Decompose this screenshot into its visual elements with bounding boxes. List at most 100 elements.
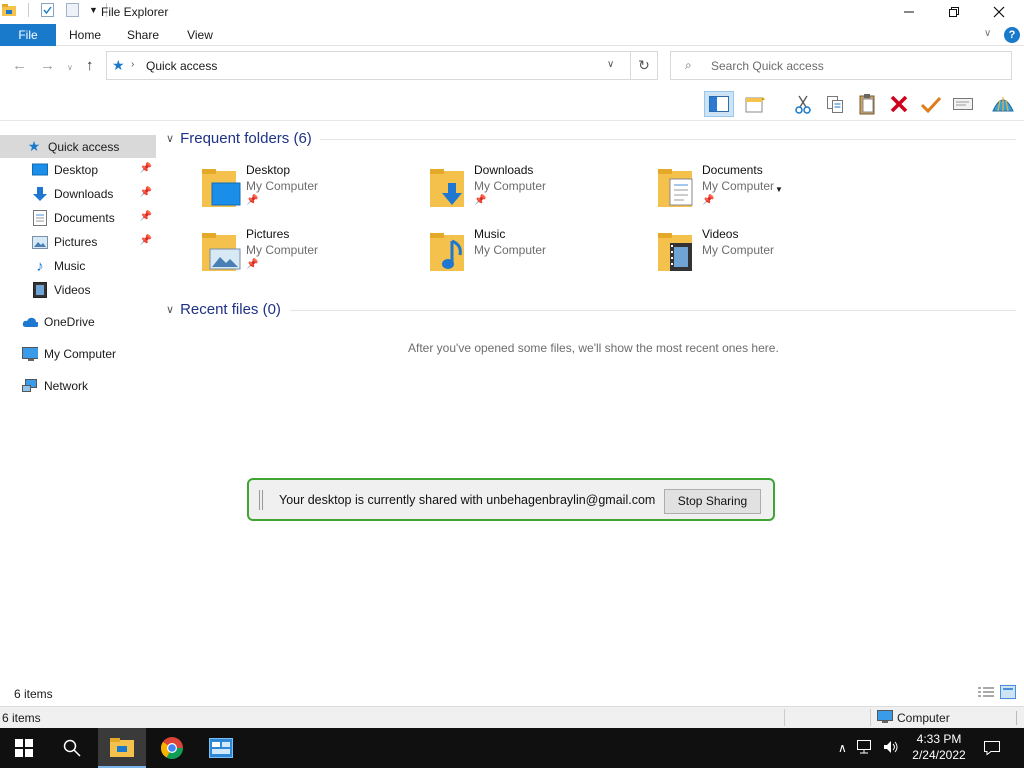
new-button[interactable] [740,91,770,117]
delete-button[interactable] [884,91,914,117]
title-bar: ▼ File Explorer [0,0,1024,24]
start-button[interactable] [0,728,48,768]
back-arrow-icon[interactable]: ← [12,57,27,74]
properties-button[interactable] [948,91,978,117]
properties-icon[interactable] [41,3,54,17]
folder-tile-pictures[interactable]: Pictures My Computer 📌 [200,227,420,283]
minimize-button[interactable] [886,0,932,24]
recent-locations-icon[interactable]: ∨ [67,63,73,72]
tab-view[interactable]: View [178,24,222,46]
copy-button[interactable] [820,91,850,117]
folder-tile-music[interactable]: Music My Computer [428,227,648,283]
network-icon [22,378,38,394]
customize-qat-icon[interactable]: ▼ [89,5,98,15]
downloads-folder-icon [430,169,464,207]
frequent-folders-header[interactable]: ∨ Frequent folders (6) [166,130,312,147]
expand-ribbon-icon[interactable]: ∨ [984,28,991,39]
preview-pane-button[interactable] [704,91,734,117]
folder-name: Pictures [246,227,290,241]
chrome-icon [161,737,183,759]
rename-button[interactable] [916,91,946,117]
recent-files-header[interactable]: ∨ Recent files (0) [166,301,281,318]
folder-name: Videos [702,227,739,241]
pin-icon[interactable]: 📌 [140,235,152,246]
nav-item-music[interactable]: ♪ Music [0,255,156,277]
search-button[interactable] [48,728,96,768]
search-placeholder[interactable]: Search Quick access [711,59,824,73]
folder-tile-downloads[interactable]: Downloads My Computer 📌 [428,163,648,219]
nav-item-onedrive[interactable]: OneDrive [0,311,156,333]
stop-sharing-button[interactable]: Stop Sharing [664,489,761,514]
folder-name: Desktop [246,163,291,177]
details-view-icon[interactable] [978,686,994,701]
nav-item-pictures[interactable]: Pictures 📌 [0,231,156,253]
nav-item-downloads[interactable]: Downloads 📌 [0,183,156,205]
breadcrumb-current[interactable]: Quick access [146,59,217,73]
address-bar[interactable]: ★ › Quick access ∨ [106,51,658,80]
group-divider [290,310,1016,311]
nav-item-label: Pictures [54,235,98,249]
chevron-down-icon: ∨ [166,133,175,145]
taskbar: ∧ 4:33 PM 2/24/2022 [0,728,1024,768]
network-status-icon[interactable] [856,739,873,757]
taskbar-control-panel[interactable] [197,728,245,768]
refresh-button[interactable]: ↻ [630,51,658,80]
address-row: ← → ∨ ↑ ★ › Quick access ∨ ↻ ⌕ Search Qu… [0,47,1024,87]
content-pane: ∨ Frequent folders (6) Desktop My Comput… [160,122,1024,672]
restore-icon [949,7,959,17]
search-icon [63,739,81,757]
folder-tile-desktop[interactable]: Desktop My Computer 📌 [200,163,420,219]
cloud-icon [22,314,38,330]
nav-item-label: Downloads [54,187,114,201]
tab-file[interactable]: File [0,24,56,46]
taskbar-file-explorer[interactable] [98,728,146,768]
drag-grip-icon[interactable] [259,490,263,510]
folder-name: Documents [702,163,763,177]
tab-share[interactable]: Share [120,24,166,46]
cut-button[interactable] [788,91,818,117]
volume-icon[interactable] [883,740,899,757]
up-arrow-icon[interactable]: ↑ [86,57,94,74]
folder-tile-videos[interactable]: Videos My Computer [656,227,876,283]
folder-name: Music [474,227,506,241]
nav-item-quick-access[interactable]: ★ Quick access [0,135,156,158]
folder-location: My Computer [474,179,547,193]
restore-button[interactable] [931,0,977,24]
nav-item-label: Videos [54,283,91,297]
notifications-button[interactable] [968,728,1016,768]
nav-item-desktop[interactable]: Desktop 📌 [0,159,156,181]
pictures-folder-icon [202,233,241,271]
nav-item-my-computer[interactable]: My Computer [0,343,156,365]
pin-icon[interactable]: 📌 [140,187,152,198]
new-folder-icon[interactable] [66,3,79,17]
folder-location: My Computer [702,243,775,257]
chevron-up-icon[interactable]: ∧ [838,741,847,755]
search-box[interactable]: ⌕ Search Quick access [670,51,1012,80]
item-count-bottom: 6 items [2,711,41,725]
address-dropdown-icon[interactable]: ∨ [607,59,614,70]
paste-button[interactable] [852,91,882,117]
taskbar-chrome[interactable] [148,728,196,768]
pin-icon: 📌 [474,195,487,206]
tab-home[interactable]: Home [62,24,108,46]
help-icon[interactable]: ? [1004,27,1020,43]
tiles-view-icon[interactable] [1000,685,1016,702]
forward-arrow-icon[interactable]: → [40,57,55,74]
resize-grip[interactable] [1016,711,1017,725]
pin-icon[interactable]: 📌 [140,163,152,174]
file-explorer-icon [110,738,134,757]
group-title: Frequent folders (6) [180,130,312,147]
breadcrumb-separator-icon[interactable]: › [131,59,134,70]
preview-pane-icon [709,96,729,112]
folder-tile-documents[interactable]: Documents My Computer 📌 [656,163,876,219]
close-button[interactable] [976,0,1022,24]
nav-item-videos[interactable]: Videos [0,279,156,301]
clock[interactable]: 4:33 PM 2/24/2022 [906,731,972,763]
pin-icon[interactable]: 📌 [140,211,152,222]
windows-logo-icon [15,739,33,757]
nav-item-network[interactable]: Network [0,375,156,397]
shell-button[interactable] [988,91,1018,117]
pictures-icon [32,234,48,250]
nav-item-documents[interactable]: Documents 📌 [0,207,156,229]
window-title: File Explorer [101,5,169,19]
